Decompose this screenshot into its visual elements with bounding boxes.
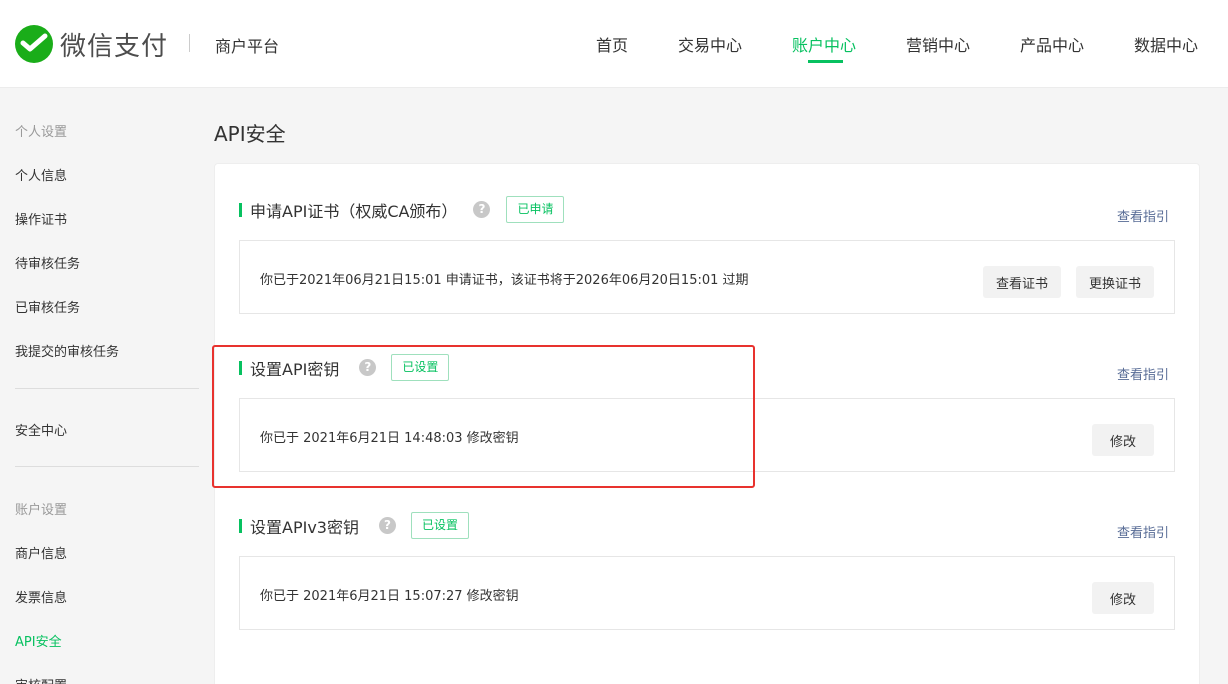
main-nav: 首页 交易中心 账户中心 营销中心 产品中心 数据中心 (0, 32, 1228, 88)
section-api-key-header: 设置API密钥 ? 已设置 (239, 354, 450, 381)
sidebar-item-api-security[interactable]: API安全 (15, 631, 62, 650)
apiv3-key-info-text: 你已于 2021年6月21日 15:07:27 修改密钥 (260, 589, 519, 604)
sidebar-divider (15, 388, 199, 389)
api-cert-info-box: 你已于2021年06月21日15:01 申请证书，该证书将于2026年06月20… (239, 240, 1175, 314)
status-badge: 已设置 (410, 512, 469, 539)
section-title: 设置API密钥 (250, 359, 340, 379)
sidebar-group-personal: 个人设置 (15, 125, 68, 140)
nav-active-indicator (808, 60, 843, 63)
section-marker (239, 360, 242, 375)
view-guide-link[interactable]: 查看指引 (1117, 206, 1169, 225)
sidebar-item-merchant-info[interactable]: 商户信息 (15, 543, 67, 562)
help-icon[interactable]: ? (378, 517, 396, 534)
nav-account-center[interactable]: 账户中心 (792, 32, 856, 56)
status-badge: 已申请 (506, 196, 565, 223)
sidebar: 个人设置 个人信息 操作证书 待审核任务 已审核任务 我提交的审核任务 安全中心… (0, 89, 200, 684)
sidebar-item-review-config[interactable]: 审核配置 (15, 675, 67, 684)
section-marker (239, 518, 242, 533)
view-cert-button[interactable]: 查看证书 (983, 266, 1061, 298)
section-api-cert-header: 申请API证书（权威CA颁布） ? 已申请 (239, 196, 565, 223)
view-guide-link[interactable]: 查看指引 (1117, 364, 1169, 383)
apiv3-key-info-box: 你已于 2021年6月21日 15:07:27 修改密钥 修改 (239, 556, 1175, 630)
page-title: API安全 (214, 122, 286, 146)
sidebar-item-pending-tasks[interactable]: 待审核任务 (15, 253, 80, 272)
status-badge: 已设置 (391, 354, 450, 381)
api-key-info-text: 你已于 2021年6月21日 14:48:03 修改密钥 (260, 431, 519, 446)
section-title: 设置APIv3密钥 (250, 517, 359, 537)
replace-cert-button[interactable]: 更换证书 (1076, 266, 1154, 298)
sidebar-item-invoice-info[interactable]: 发票信息 (15, 587, 67, 606)
sidebar-item-personal-info[interactable]: 个人信息 (15, 165, 67, 184)
nav-product-center[interactable]: 产品中心 (1020, 32, 1084, 56)
nav-home[interactable]: 首页 (596, 32, 628, 56)
section-apiv3-key-header: 设置APIv3密钥 ? 已设置 (239, 512, 469, 539)
modify-apiv3-key-button[interactable]: 修改 (1092, 582, 1154, 614)
section-title: 申请API证书（权威CA颁布） (250, 201, 458, 221)
nav-data-center[interactable]: 数据中心 (1134, 32, 1198, 56)
api-key-info-box: 你已于 2021年6月21日 14:48:03 修改密钥 修改 (239, 398, 1175, 472)
sidebar-divider (15, 466, 199, 467)
nav-marketing-center[interactable]: 营销中心 (906, 32, 970, 56)
section-marker (239, 202, 242, 217)
sidebar-item-operation-cert[interactable]: 操作证书 (15, 209, 67, 228)
top-header: 微信支付 商户平台 首页 交易中心 账户中心 营销中心 产品中心 数据中心 (0, 0, 1228, 88)
sidebar-group-account: 账户设置 (15, 503, 68, 518)
help-icon[interactable]: ? (359, 359, 377, 376)
sidebar-item-reviewed-tasks[interactable]: 已审核任务 (15, 297, 80, 316)
nav-transaction-center[interactable]: 交易中心 (678, 32, 742, 56)
view-guide-link[interactable]: 查看指引 (1117, 522, 1169, 541)
help-icon[interactable]: ? (473, 201, 491, 218)
modify-api-key-button[interactable]: 修改 (1092, 424, 1154, 456)
sidebar-item-submitted-tasks[interactable]: 我提交的审核任务 (15, 341, 119, 360)
api-cert-info-text: 你已于2021年06月21日15:01 申请证书，该证书将于2026年06月20… (260, 273, 749, 288)
sidebar-item-security-center[interactable]: 安全中心 (15, 420, 67, 439)
